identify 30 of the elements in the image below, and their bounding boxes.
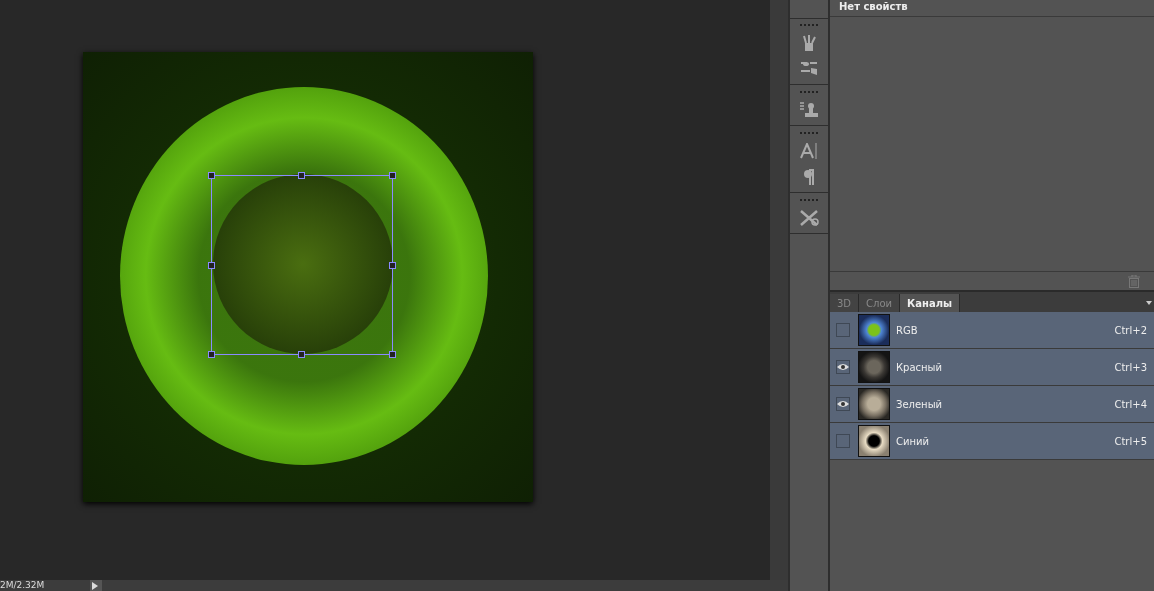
transform-bounding-box[interactable] <box>211 175 393 355</box>
channel-name: Зеленый <box>896 398 944 410</box>
triangle-icon <box>92 581 98 590</box>
panel-tab[interactable]: 3D <box>830 294 860 312</box>
channel-thumbnail <box>858 388 890 420</box>
caret-icon <box>1146 301 1152 305</box>
shortcut-label: Ctrl+3 <box>1114 361 1147 373</box>
visibility-toggle[interactable] <box>836 323 850 337</box>
trash-icon[interactable] <box>1128 274 1140 288</box>
eye-icon[interactable] <box>836 360 850 374</box>
document-size: 2M/2.32M <box>0 580 46 591</box>
visibility-toggle[interactable] <box>836 434 850 448</box>
shortcut-label: Ctrl+5 <box>1114 435 1147 447</box>
status-menu-button[interactable] <box>90 580 102 591</box>
channel-thumbnail <box>858 314 890 346</box>
shortcut-label: Ctrl+4 <box>1114 398 1147 410</box>
channel-name: Синий <box>896 435 931 447</box>
shortcut-label: Ctrl+2 <box>1114 324 1147 336</box>
panel-tab[interactable]: Слои <box>859 294 901 312</box>
channel-row[interactable]: Красный Ctrl+3 <box>830 349 1154 386</box>
eye-icon[interactable] <box>836 397 850 411</box>
channel-row[interactable]: RGB Ctrl+2 <box>830 312 1154 349</box>
panel-title: Нет свойств <box>839 0 908 13</box>
channel-name: RGB <box>896 324 919 336</box>
channel-name: Красный <box>896 361 943 373</box>
channel-row[interactable]: Синий Ctrl+5 <box>830 423 1154 460</box>
panel-tab[interactable]: Каналы <box>900 294 960 312</box>
channel-row[interactable]: Зеленый Ctrl+4 <box>830 386 1154 423</box>
channel-thumbnail <box>858 425 890 457</box>
channel-thumbnail <box>858 351 890 383</box>
